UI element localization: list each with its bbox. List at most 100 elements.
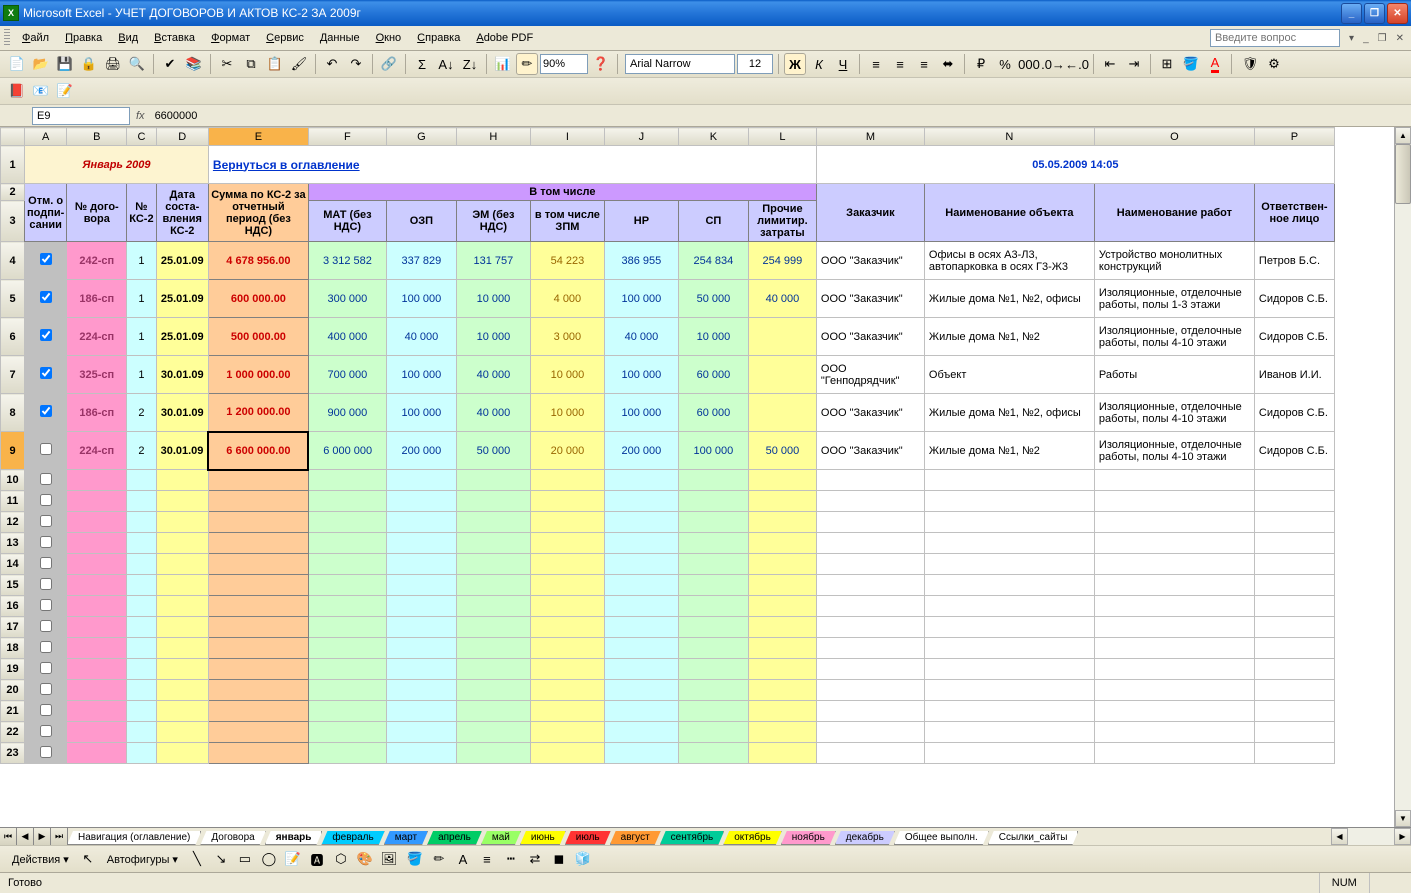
row-header-13[interactable]: 13 xyxy=(1,533,25,554)
col-header-P[interactable]: P xyxy=(1254,128,1334,146)
row-header-12[interactable]: 12 xyxy=(1,512,25,533)
cell[interactable] xyxy=(127,617,156,638)
cell[interactable] xyxy=(604,512,678,533)
name-box[interactable]: E9 xyxy=(32,107,130,125)
vertical-scrollbar[interactable]: ▲ ▼ xyxy=(1394,127,1411,827)
cell[interactable] xyxy=(456,659,530,680)
sheet-tab-декабрь[interactable]: декабрь xyxy=(835,831,895,845)
tab-nav-prev-button[interactable]: ◀ xyxy=(17,828,34,845)
textbox-button[interactable]: 📝 xyxy=(282,848,304,870)
cell-chk[interactable] xyxy=(25,617,67,638)
cell[interactable] xyxy=(530,659,604,680)
clipart-button[interactable]: 🎨 xyxy=(354,848,376,870)
cell[interactable]: 900 000 xyxy=(308,394,386,432)
cell[interactable] xyxy=(456,617,530,638)
menu-справка[interactable]: Справка xyxy=(409,29,468,47)
cell[interactable] xyxy=(678,722,748,743)
cell[interactable] xyxy=(924,659,1094,680)
cell[interactable]: 40 000 xyxy=(456,356,530,394)
cell[interactable] xyxy=(156,659,208,680)
cell[interactable] xyxy=(208,638,308,659)
cell-chk[interactable] xyxy=(25,356,67,394)
cell[interactable] xyxy=(604,743,678,764)
cell[interactable] xyxy=(604,554,678,575)
cell[interactable] xyxy=(604,617,678,638)
cell[interactable]: 10 000 xyxy=(678,318,748,356)
cell[interactable] xyxy=(816,743,924,764)
increase-decimal-button[interactable]: .0→ xyxy=(1042,53,1064,75)
col-header-J[interactable]: J xyxy=(604,128,678,146)
scroll-right-button[interactable]: ▶ xyxy=(1394,828,1411,845)
cell[interactable] xyxy=(678,743,748,764)
cell[interactable] xyxy=(67,722,127,743)
format-painter-button[interactable]: 🖌 xyxy=(288,53,310,75)
cell-chk[interactable] xyxy=(25,242,67,280)
security-button[interactable]: 🛡 xyxy=(1239,53,1261,75)
cell[interactable] xyxy=(748,554,816,575)
cell[interactable] xyxy=(127,512,156,533)
cell[interactable] xyxy=(748,575,816,596)
cell-chk[interactable] xyxy=(25,554,67,575)
spreadsheet-grid[interactable]: ABCDEFGHIJKLMNOP1Январь 2009Вернуться в … xyxy=(0,127,1335,764)
cell[interactable] xyxy=(530,743,604,764)
cell[interactable] xyxy=(67,680,127,701)
sheet-tab-сентябрь[interactable]: сентябрь xyxy=(660,831,725,845)
cell[interactable] xyxy=(816,617,924,638)
sheet-tab-март[interactable]: март xyxy=(384,831,428,845)
cell[interactable]: 25.01.09 xyxy=(156,318,208,356)
spellcheck-button[interactable]: ✔ xyxy=(159,53,181,75)
cell[interactable] xyxy=(456,680,530,701)
tab-nav-last-button[interactable]: ⏭ xyxy=(51,828,68,845)
doc-restore-button[interactable]: ❐ xyxy=(1375,32,1390,45)
cell[interactable] xyxy=(924,680,1094,701)
cell[interactable] xyxy=(748,680,816,701)
cell[interactable]: 400 000 xyxy=(308,318,386,356)
cell[interactable] xyxy=(924,491,1094,512)
cell[interactable]: Жилые дома №1, №2, офисы xyxy=(924,394,1094,432)
cell[interactable] xyxy=(1254,638,1334,659)
cell-chk[interactable] xyxy=(25,722,67,743)
cell[interactable]: Изоляционные, отделочные работы, полы 1-… xyxy=(1094,280,1254,318)
pdf-review-button[interactable]: 📝 xyxy=(54,80,76,102)
print-button[interactable]: 🖨 xyxy=(102,53,124,75)
sheet-tab-Общее выполн.[interactable]: Общее выполн. xyxy=(894,831,989,845)
cell[interactable]: Офисы в осях А3-Л3, автопарковка в осях … xyxy=(924,242,1094,280)
horizontal-scrollbar[interactable]: ◀ ▶ xyxy=(1331,828,1411,845)
underline-button[interactable]: Ч xyxy=(832,53,854,75)
cell[interactable] xyxy=(456,743,530,764)
cell-chk[interactable] xyxy=(25,491,67,512)
cell[interactable] xyxy=(456,554,530,575)
cell[interactable] xyxy=(208,533,308,554)
cell[interactable]: 224-сп xyxy=(67,432,127,470)
cell[interactable] xyxy=(816,659,924,680)
fill-color-button[interactable]: 🪣 xyxy=(404,848,426,870)
cell[interactable]: 500 000.00 xyxy=(208,318,308,356)
cut-button[interactable]: ✂ xyxy=(216,53,238,75)
cell[interactable] xyxy=(67,659,127,680)
cell[interactable] xyxy=(156,743,208,764)
row-header-23[interactable]: 23 xyxy=(1,743,25,764)
autosum-button[interactable]: Σ xyxy=(411,53,433,75)
cell[interactable] xyxy=(748,722,816,743)
cell[interactable] xyxy=(816,596,924,617)
sheet-tab-октябрь[interactable]: октябрь xyxy=(723,831,782,845)
cell[interactable]: 6 600 000.00 xyxy=(208,432,308,470)
cell[interactable] xyxy=(678,659,748,680)
align-center-button[interactable]: ≡ xyxy=(889,53,911,75)
sheet-tab-июнь[interactable]: июнь xyxy=(520,831,566,845)
row-header-6[interactable]: 6 xyxy=(1,318,25,356)
cell-chk[interactable] xyxy=(25,743,67,764)
sheet-tab-ноябрь[interactable]: ноябрь xyxy=(781,831,836,845)
cell[interactable]: 100 000 xyxy=(386,394,456,432)
cell[interactable] xyxy=(456,533,530,554)
col-header-F[interactable]: F xyxy=(308,128,386,146)
cell[interactable] xyxy=(816,533,924,554)
col-header-D[interactable]: D xyxy=(156,128,208,146)
cell[interactable] xyxy=(1254,491,1334,512)
drawing-toggle-button[interactable]: ✏ xyxy=(516,53,538,75)
cell[interactable]: 300 000 xyxy=(308,280,386,318)
cell[interactable]: 100 000 xyxy=(604,280,678,318)
cell[interactable] xyxy=(308,638,386,659)
cell[interactable] xyxy=(127,491,156,512)
cell[interactable] xyxy=(308,491,386,512)
